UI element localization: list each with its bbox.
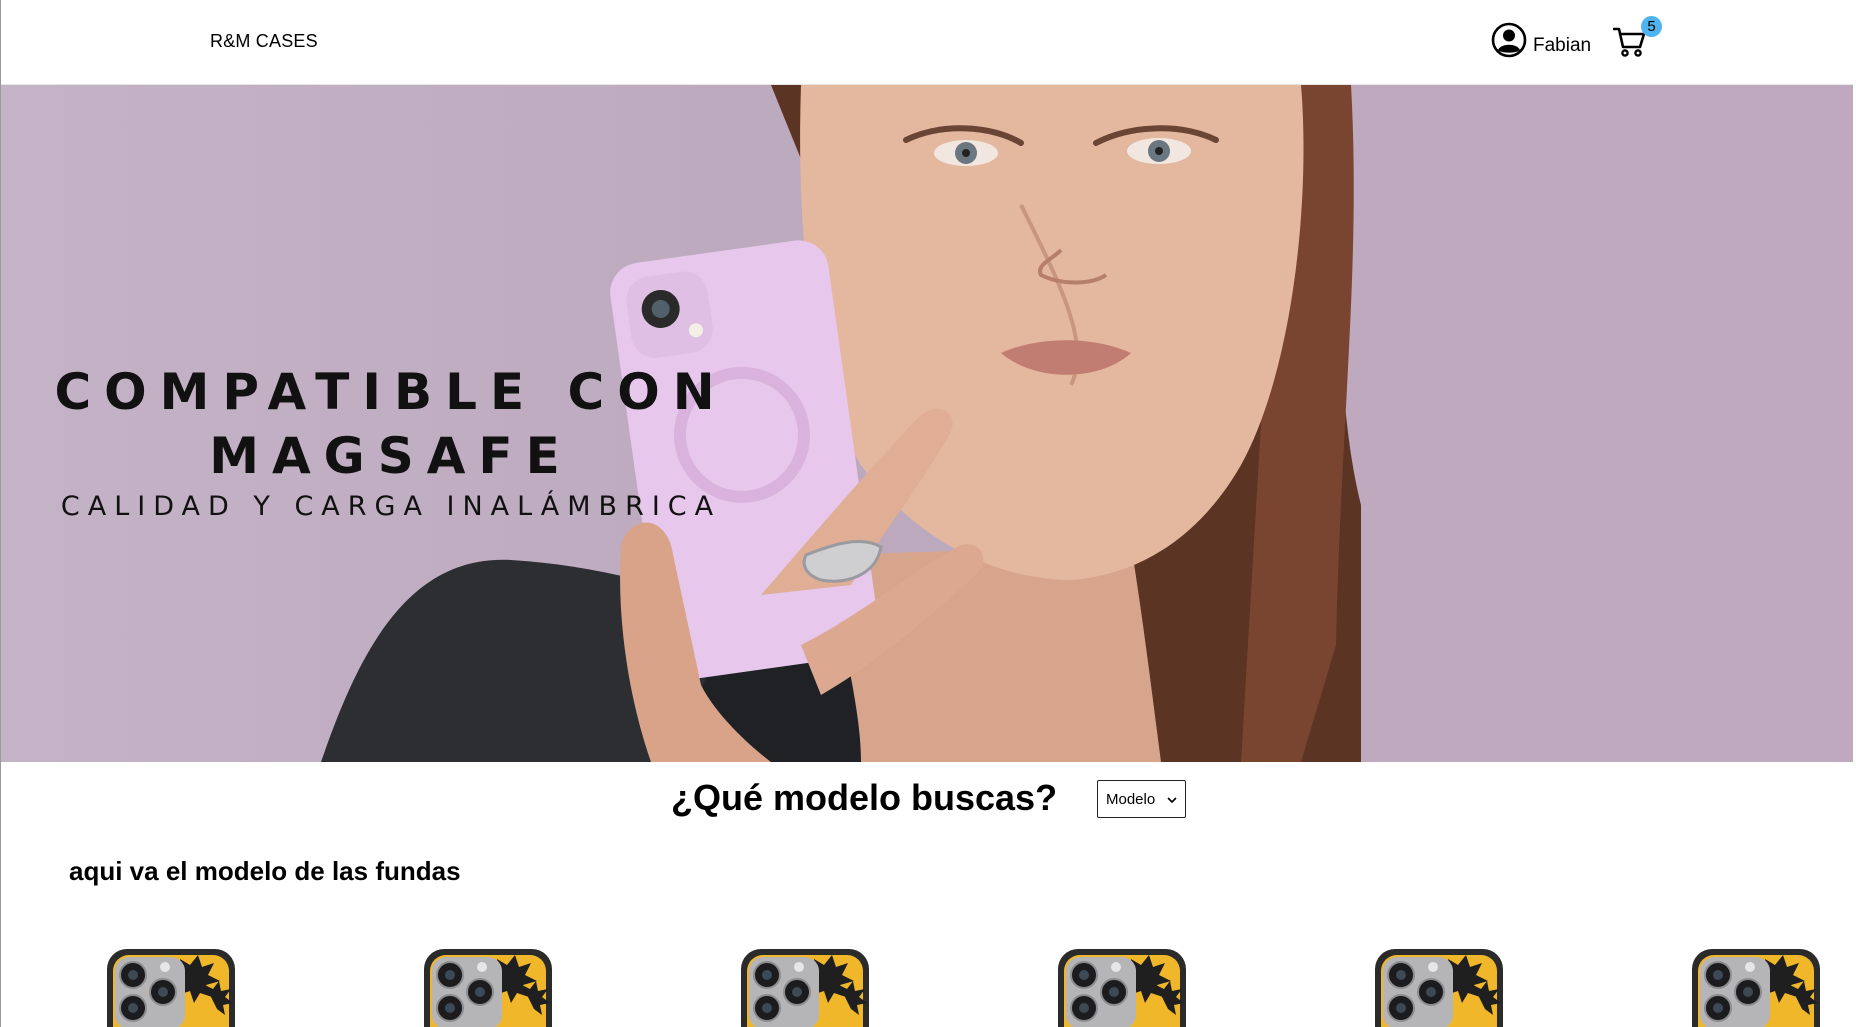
brand-logo[interactable]: R&M CASES — [210, 31, 318, 52]
product-card[interactable] — [105, 945, 237, 1027]
cart-count-badge: 5 — [1641, 16, 1662, 37]
product-card[interactable] — [1690, 945, 1822, 1027]
hero-banner: COMPATIBLE CON MAGSAFE CALIDAD Y CARGA I… — [1, 85, 1853, 762]
hero-title: COMPATIBLE CON MAGSAFE — [1, 360, 781, 488]
phone-case-image — [1374, 948, 1504, 1027]
phone-case-image — [106, 948, 236, 1027]
cart-button[interactable]: 5 — [1613, 16, 1662, 62]
product-card[interactable] — [422, 945, 554, 1027]
phone-case-image — [423, 948, 553, 1027]
top-navbar: R&M CASES Fabian 5 — [1, 0, 1853, 85]
hero-title-line-1: COMPATIBLE CON — [54, 363, 728, 421]
user-circle-icon — [1491, 22, 1527, 58]
user-account-link[interactable]: Fabian — [1491, 22, 1591, 58]
phone-case-image — [1691, 948, 1821, 1027]
phone-case-image — [1057, 948, 1187, 1027]
product-grid — [1, 945, 1853, 1027]
product-card[interactable] — [1373, 945, 1505, 1027]
product-card[interactable] — [1056, 945, 1188, 1027]
model-search-row: ¿Qué modelo buscas? Modelo — [1, 775, 1853, 825]
page: R&M CASES Fabian 5 COMPATIBLE CON MAGSAF… — [0, 0, 1856, 1027]
model-select-value: Modelo — [1106, 790, 1156, 808]
hero-subtitle: CALIDAD Y CARGA INALÁMBRICA — [60, 491, 722, 522]
chevron-down-icon — [1167, 791, 1177, 808]
model-select[interactable]: Modelo — [1097, 780, 1186, 818]
section-title: aqui va el modelo de las fundas — [69, 856, 461, 886]
model-search-title: ¿Qué modelo buscas? — [671, 777, 1058, 818]
phone-case-image — [740, 948, 870, 1027]
hero-title-line-2: MAGSAFE — [209, 427, 573, 485]
product-card[interactable] — [739, 945, 871, 1027]
user-name: Fabian — [1533, 35, 1592, 56]
